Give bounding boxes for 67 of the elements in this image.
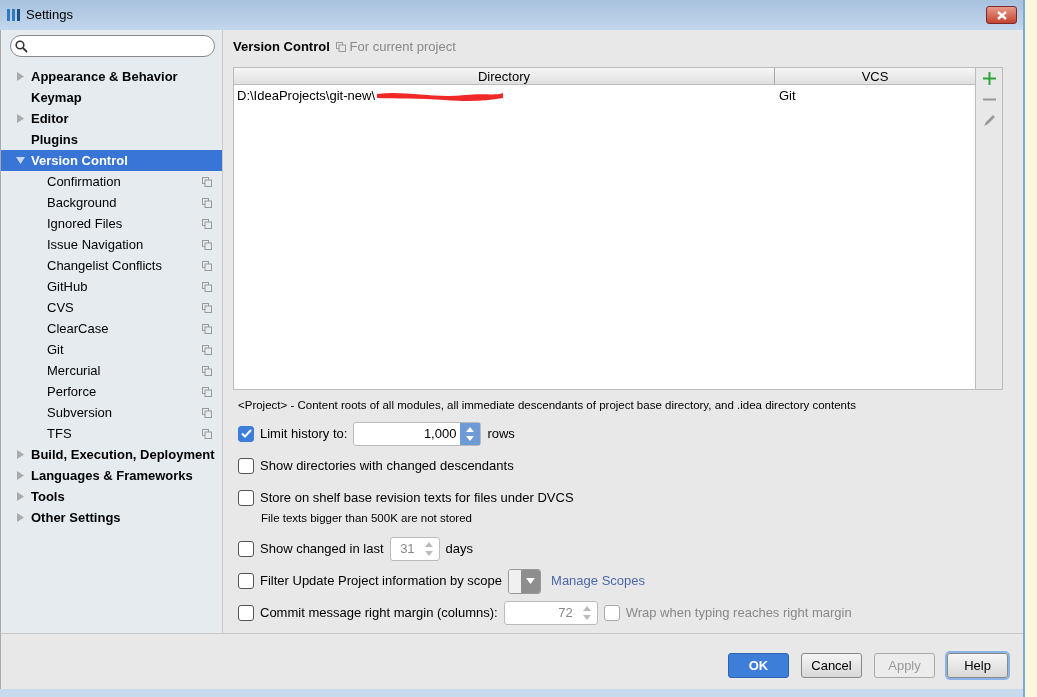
scope-dropdown[interactable]: [508, 568, 542, 594]
sidebar-item[interactable]: Plugins: [1, 129, 222, 151]
close-icon: [995, 10, 1008, 20]
sidebar-item[interactable]: Other Settings: [1, 507, 222, 529]
note-text: <Project> - Content roots of all modules, all immediate descendants of project base directory, and .idea directory contents: [238, 397, 857, 413]
option-label: Limit history to:: [260, 425, 348, 444]
option-label: Wrap when typing reaches right margin: [625, 604, 852, 623]
sidebar-item[interactable]: Editor: [1, 108, 222, 130]
spinner-arrows-icon[interactable]: [465, 425, 476, 442]
sidebar-item[interactable]: CVS: [1, 297, 222, 319]
unit-label: rows: [487, 425, 515, 444]
sidebar-item[interactable]: Mercurial: [1, 360, 222, 382]
edit-icon[interactable]: [982, 113, 996, 127]
sidebar-item[interactable]: Keymap: [1, 87, 222, 109]
sidebar-item[interactable]: Build, Execution, Deployment: [1, 444, 222, 466]
dropdown-arrow-icon: [526, 578, 536, 585]
sidebar-item[interactable]: Tools: [1, 486, 222, 508]
expand-arrow-icon[interactable]: [16, 114, 25, 124]
option-label: Store on shelf base revision texts for files under DVCS: [260, 489, 574, 508]
window-title: Settings: [26, 6, 73, 25]
option-label: Show directories with changed descendants: [260, 457, 514, 476]
sidebar-item[interactable]: Changelist Conflicts: [1, 255, 222, 277]
search-field[interactable]: [10, 35, 215, 58]
sidebar-item[interactable]: TFS: [1, 423, 222, 445]
manage-scopes-link[interactable]: Manage Scopes: [551, 571, 645, 591]
sidebar-item[interactable]: Appearance & Behavior: [1, 66, 222, 88]
option-label: Commit message right margin (columns):: [260, 604, 498, 623]
sidebar-item[interactable]: Issue Navigation: [1, 234, 222, 256]
unit-label: days: [445, 540, 474, 559]
column-header[interactable]: Directory: [234, 67, 775, 84]
checkbox[interactable]: [238, 457, 254, 474]
expand-arrow-icon[interactable]: [16, 450, 25, 460]
checkbox[interactable]: [238, 573, 254, 590]
collapse-arrow-icon[interactable]: [16, 156, 25, 166]
dialog-button[interactable]: Cancel: [801, 653, 862, 679]
dialog-button[interactable]: OK: [728, 653, 789, 679]
expand-arrow-icon[interactable]: [16, 471, 25, 481]
option-label: Filter Update Project information by scope: [260, 572, 503, 591]
dialog-button[interactable]: Help: [947, 653, 1008, 679]
expand-arrow-icon[interactable]: [16, 72, 25, 82]
sidebar-item[interactable]: Languages & Frameworks: [1, 465, 222, 487]
sidebar-item[interactable]: Background: [1, 192, 222, 214]
column-header[interactable]: VCS: [775, 67, 975, 84]
sidebar-item[interactable]: Git: [1, 339, 222, 361]
option-label: Show changed in last: [260, 540, 384, 559]
sidebar-item[interactable]: Perforce: [1, 381, 222, 403]
table-cell-text: D:\IdeaProjects\git-new\: [237, 86, 375, 105]
close-button[interactable]: [986, 6, 1017, 25]
table-cell: Git: [779, 87, 796, 103]
scope-label: For current project: [349, 38, 456, 57]
sidebar-item[interactable]: Confirmation: [1, 171, 222, 193]
search-icon: [15, 39, 28, 53]
add-icon[interactable]: [982, 71, 996, 85]
expand-arrow-icon[interactable]: [16, 513, 25, 523]
sidebar-item[interactable]: Ignored Files: [1, 213, 222, 235]
hint-text: File texts bigger than 500K are not stored: [261, 510, 473, 526]
number-spinner[interactable]: 1,000: [353, 421, 482, 446]
page-title: Version Control: [233, 38, 330, 57]
sidebar-item[interactable]: ClearCase: [1, 318, 222, 340]
checkbox[interactable]: [238, 489, 254, 506]
checkbox[interactable]: [238, 425, 254, 442]
app-logo-icon: [6, 7, 22, 24]
sidebar-item[interactable]: Subversion: [1, 402, 222, 424]
sidebar-item[interactable]: Version Control: [1, 150, 222, 172]
sidebar-item[interactable]: GitHub: [1, 276, 222, 298]
expand-arrow-icon[interactable]: [16, 492, 25, 502]
project-icon: [336, 41, 347, 52]
